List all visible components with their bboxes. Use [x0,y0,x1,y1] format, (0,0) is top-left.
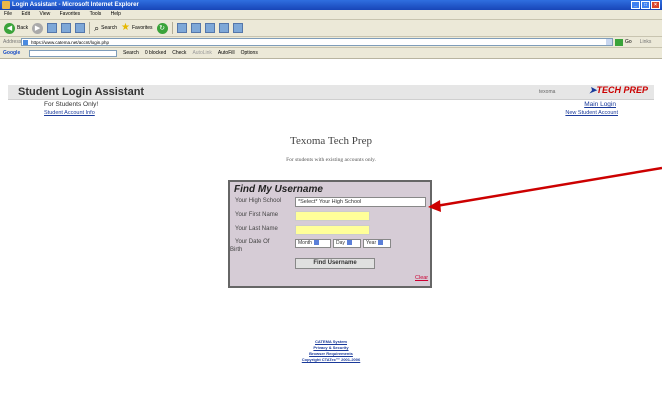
browser-requirements-link[interactable]: Browser Requirements [0,351,662,356]
privacy-security-link[interactable]: Privacy & Security [0,345,662,350]
copyright-link[interactable]: Copyright CTATec™ 2001-2006 [0,357,662,362]
catema-system-link[interactable]: CATEMA System [0,339,662,344]
